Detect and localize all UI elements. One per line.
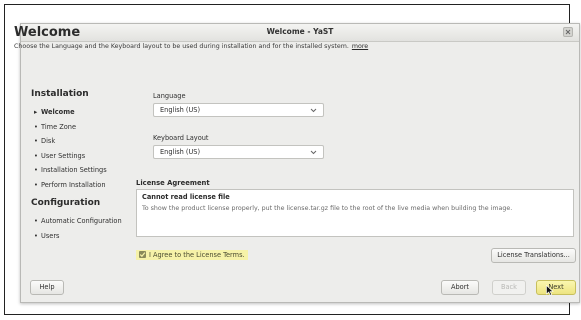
sidebar-item-label: Time Zone <box>41 122 77 131</box>
next-button[interactable]: Next <box>536 280 576 295</box>
sidebar-item-automatic-configuration[interactable]: • Automatic Configuration <box>31 214 151 229</box>
steps-sidebar: Installation ▸ Welcome • Time Zone • Disk •… <box>31 89 151 243</box>
bullet-icon: • <box>34 231 38 240</box>
language-select[interactable]: English (US) <box>153 103 324 117</box>
sidebar-item-user-settings[interactable]: • User Settings <box>31 149 151 164</box>
title-bar[interactable]: Welcome - YaST <box>21 24 579 42</box>
checkbox-checked-icon <box>139 251 146 258</box>
license-agreement-heading: License Agreement <box>136 179 210 187</box>
current-step-arrow-icon: ▸ <box>34 108 38 116</box>
bullet-icon: • <box>34 217 38 225</box>
sidebar-item-label: Disk <box>41 137 56 145</box>
sidebar-item-perform-installation[interactable]: • Perform Installation <box>31 178 151 193</box>
license-translations-button[interactable]: License Translations... <box>491 248 576 263</box>
agree-license-label: I Agree to the License Terms. <box>149 251 245 259</box>
license-error-body: To show the product license properly, pu… <box>142 205 513 212</box>
keyboard-layout-select-value: English (US) <box>160 148 201 156</box>
keyboard-layout-select[interactable]: English (US) <box>153 145 324 159</box>
keyboard-layout-label: Keyboard Layout <box>153 134 209 142</box>
sidebar-item-installation-settings[interactable]: • Installation Settings <box>31 163 151 178</box>
sidebar-item-users[interactable]: • Users <box>31 229 151 244</box>
mouse-cursor-icon <box>546 285 554 296</box>
back-button[interactable]: Back <box>492 280 526 295</box>
bullet-icon: • <box>34 180 38 189</box>
subtitle-text: Choose the Language and the Keyboard lay… <box>14 43 349 50</box>
bullet-icon: • <box>34 151 38 160</box>
chevron-down-icon <box>310 108 317 113</box>
sidebar-item-label: Installation Settings <box>41 166 107 174</box>
sidebar-heading-installation: Installation <box>31 89 89 99</box>
agree-license-checkbox[interactable]: I Agree to the License Terms. <box>136 250 248 260</box>
sidebar-item-time-zone[interactable]: • Time Zone <box>31 120 151 135</box>
language-label: Language <box>153 92 186 100</box>
bullet-icon: • <box>34 137 38 145</box>
page-title: Welcome <box>14 25 81 40</box>
more-link[interactable]: more <box>352 43 368 50</box>
close-icon <box>565 29 571 35</box>
language-select-value: English (US) <box>160 106 201 114</box>
close-button[interactable] <box>563 27 573 37</box>
bullet-icon: • <box>34 122 38 131</box>
sidebar-item-label: User Settings <box>41 151 86 160</box>
sidebar-item-label: Perform Installation <box>41 180 106 189</box>
license-text-area[interactable]: Cannot read license file To show the pro… <box>136 189 574 237</box>
sidebar-item-welcome[interactable]: ▸ Welcome <box>31 105 151 120</box>
window-title: Welcome - YaST <box>266 27 334 36</box>
license-error-title: Cannot read license file <box>142 193 230 201</box>
sidebar-item-label: Users <box>41 231 60 240</box>
sidebar-item-label: Automatic Configuration <box>41 217 122 225</box>
help-button[interactable]: Help <box>30 280 64 295</box>
bullet-icon: • <box>34 166 38 174</box>
sidebar-item-label: Welcome <box>41 108 75 116</box>
chevron-down-icon <box>310 150 317 155</box>
page-subtitle: Choose the Language and the Keyboard lay… <box>14 43 368 50</box>
sidebar-item-disk[interactable]: • Disk <box>31 134 151 149</box>
sidebar-heading-configuration: Configuration <box>31 198 101 208</box>
abort-button[interactable]: Abort <box>441 280 479 295</box>
